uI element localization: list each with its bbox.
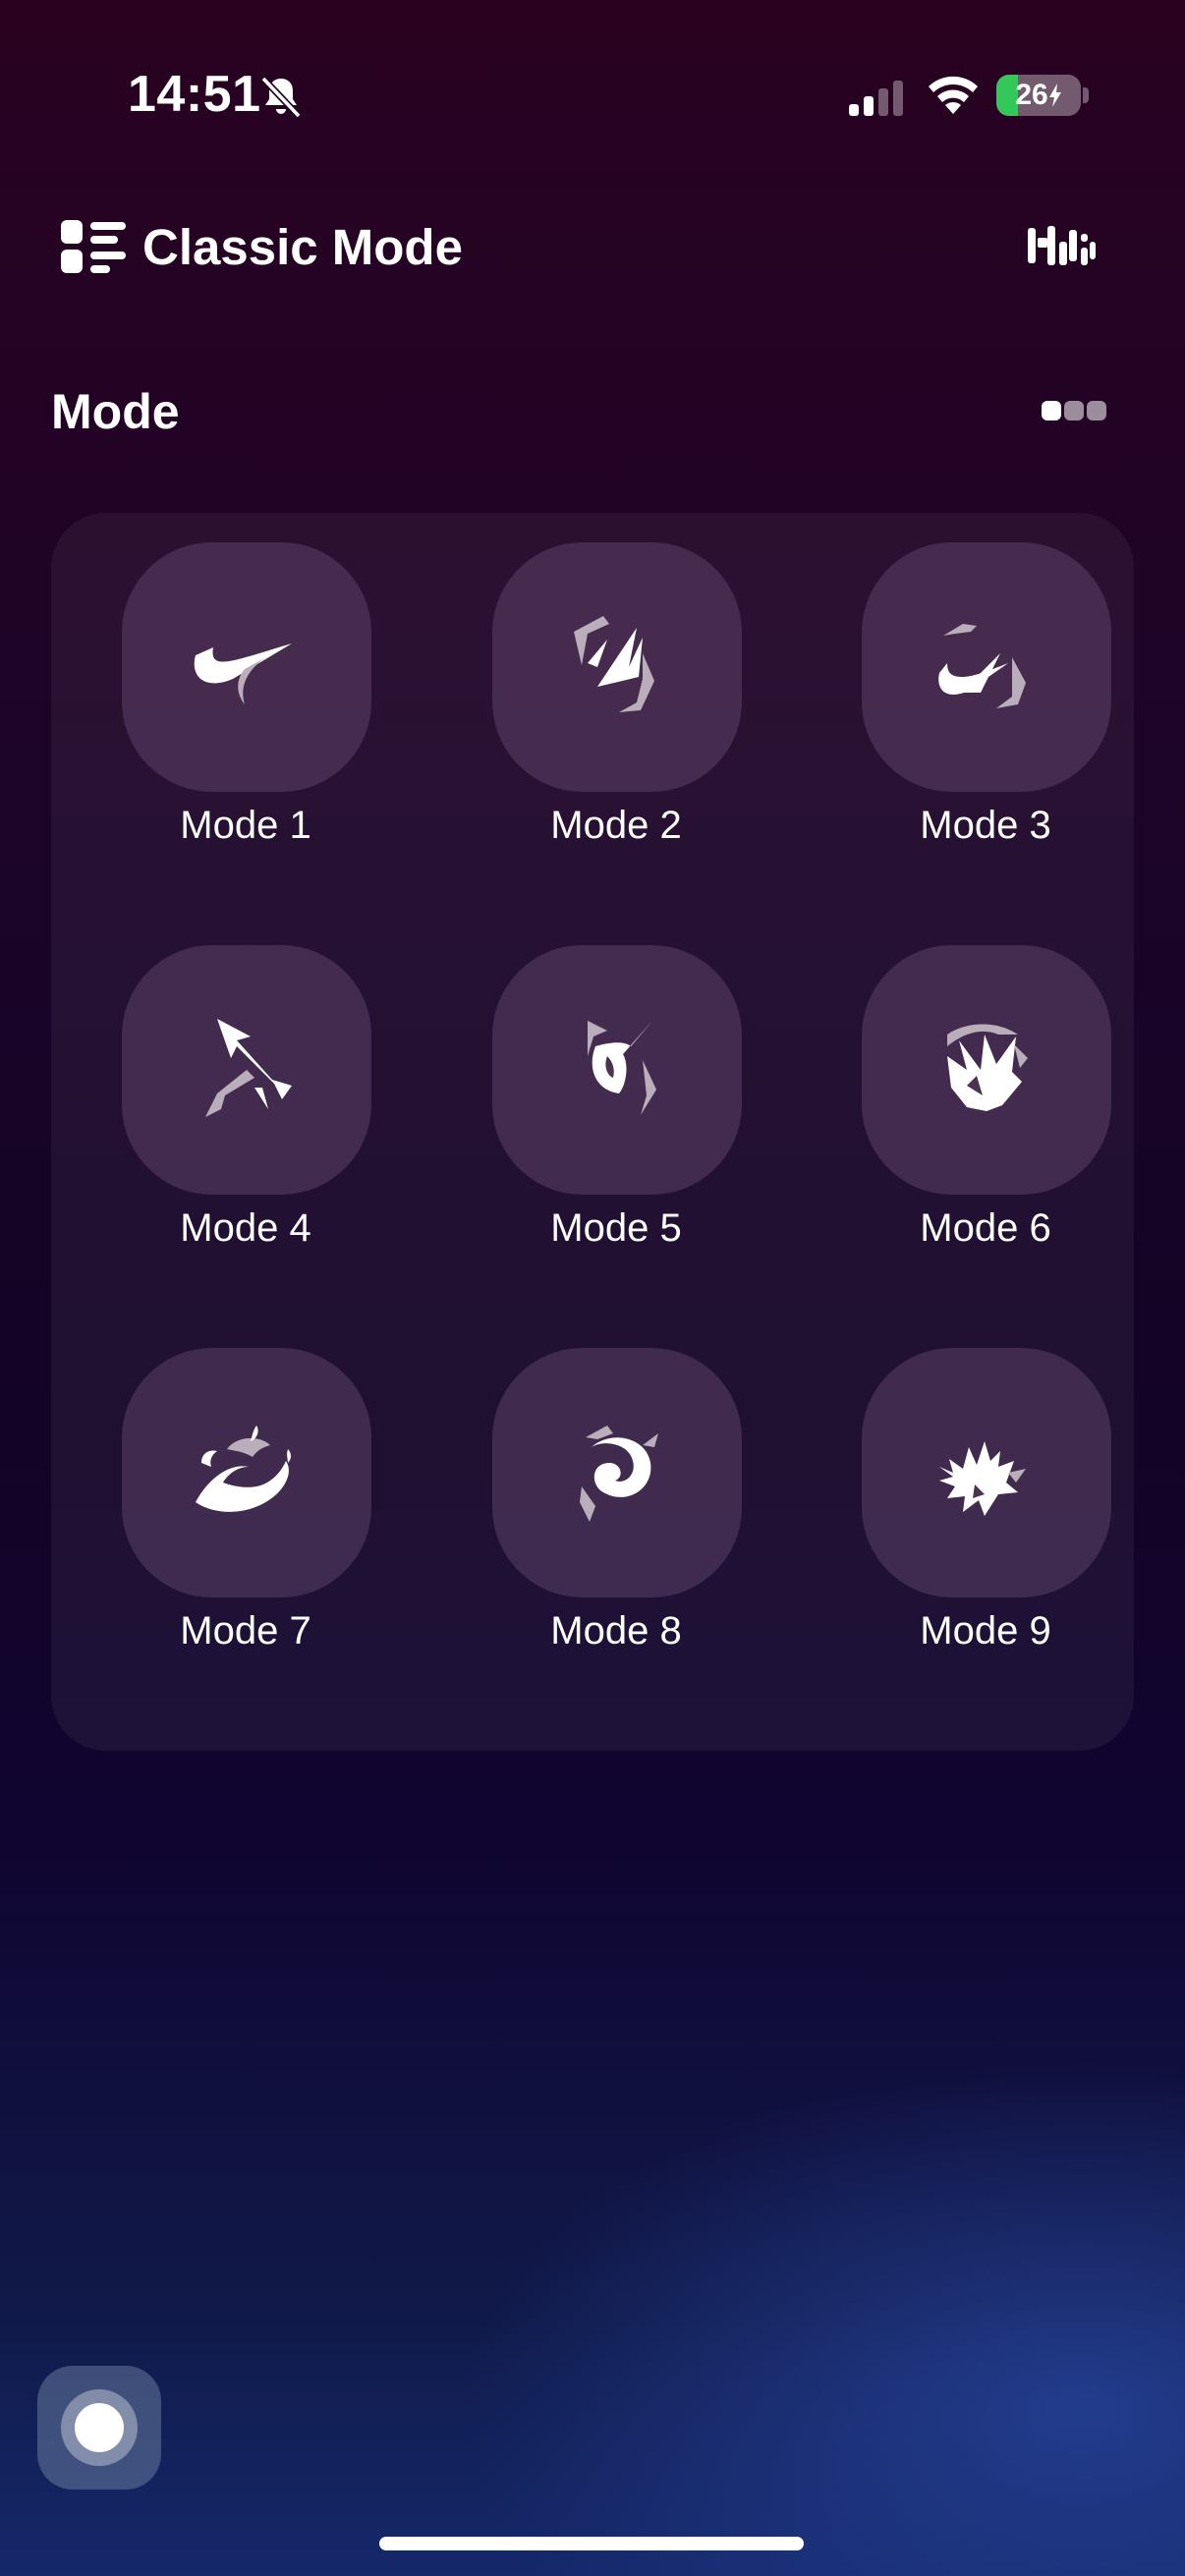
mode-2-icon [574,616,654,712]
mode-8-icon [580,1426,658,1522]
mode-3-icon [938,624,1026,708]
battery-indicator: 26 [996,75,1081,116]
status-time: 14:51 [128,66,261,123]
mode-label: Mode 7 [180,1609,311,1652]
cellular-signal-icon [849,81,903,116]
mode-label: Mode 6 [920,1206,1051,1250]
mode-4-icon [205,1019,292,1117]
assistive-touch-dot [75,2403,124,2452]
mode-label: Mode 8 [550,1609,682,1652]
mode-item-3[interactable]: Mode 3 [838,542,1133,876]
mode-5-icon [588,1021,656,1115]
mode-tile[interactable] [122,945,371,1195]
mode-tile[interactable] [122,542,371,792]
mode-label: Mode 3 [920,804,1051,847]
mode-item-9[interactable]: Mode 9 [838,1348,1133,1682]
mode-item-2[interactable]: Mode 2 [469,542,763,876]
mode-tile[interactable] [492,542,742,792]
mode-panel: Mode 1 Mode 2 Mode 3 Mode 4 Mode 5 Mode … [51,513,1134,1751]
list-menu-icon[interactable] [59,216,130,279]
mode-tile[interactable] [862,945,1111,1195]
mode-label: Mode 9 [920,1609,1051,1652]
battery-level: 26 [1015,79,1048,111]
mode-tile[interactable] [862,1348,1111,1597]
mode-item-7[interactable]: Mode 7 [98,1348,393,1682]
charging-bolt-icon [1048,84,1061,107]
mode-tile[interactable] [492,945,742,1195]
page-dot [1064,401,1084,420]
brand-logo-icon[interactable] [1026,222,1097,271]
mode-item-5[interactable]: Mode 5 [469,945,763,1279]
mode-label: Mode 4 [180,1206,311,1250]
mode-label: Mode 1 [180,804,311,847]
wifi-icon [929,76,978,114]
mode-7-icon [196,1426,291,1512]
page-title: Classic Mode [142,219,463,275]
bell-slash-icon [260,76,302,119]
home-indicator[interactable] [379,2537,804,2550]
mode-label: Mode 2 [550,804,682,847]
mode-item-1[interactable]: Mode 1 [98,542,393,876]
mode-item-8[interactable]: Mode 8 [469,1348,763,1682]
mode-item-4[interactable]: Mode 4 [98,945,393,1279]
battery-cap [1083,87,1089,103]
mode-tile[interactable] [122,1348,371,1597]
section-title: Mode [51,384,180,439]
mode-9-icon [939,1441,1026,1516]
page-dots-icon[interactable] [1042,401,1106,422]
status-bar: 14:51 26 [0,0,1185,196]
mode-label: Mode 5 [550,1206,682,1250]
assistive-touch-button[interactable] [37,2366,161,2490]
mode-tile[interactable] [492,1348,742,1597]
mode-6-icon [947,1024,1028,1111]
mode-item-6[interactable]: Mode 6 [838,945,1133,1279]
mode-tile[interactable] [862,542,1111,792]
page-dot-active [1042,401,1061,420]
page-dot [1087,401,1106,420]
mode-1-icon [194,644,292,704]
